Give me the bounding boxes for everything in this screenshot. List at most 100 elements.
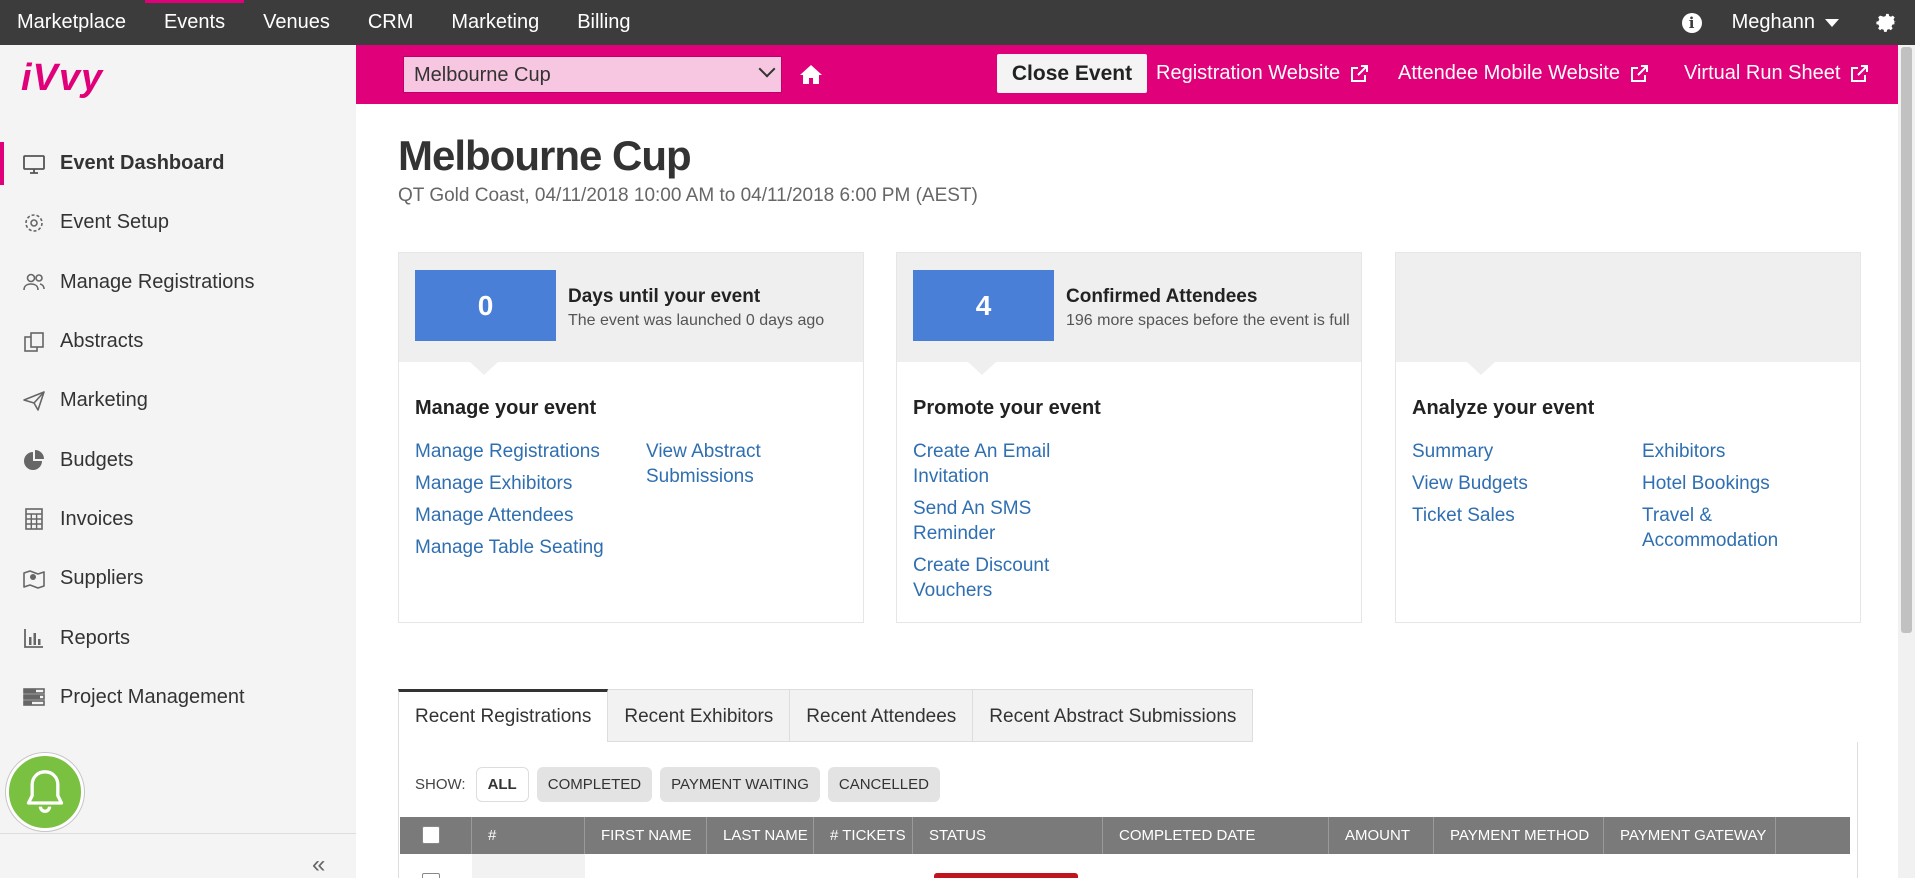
column-header[interactable]: COMPLETED DATE <box>1103 817 1329 854</box>
column-header[interactable]: # <box>472 817 585 854</box>
row-checkbox[interactable] <box>422 873 440 878</box>
external-link-icon <box>1630 64 1648 82</box>
sidebar-item-label: Event Dashboard <box>60 152 225 175</box>
virtual-run-sheet-link[interactable]: Virtual Run Sheet <box>1684 62 1869 85</box>
event-details: QT Gold Coast, 04/11/2018 10:00 AM to 04… <box>398 185 978 206</box>
status-badge <box>934 873 1078 878</box>
link-column: View Abstract Submissions <box>646 439 786 496</box>
filter-completed[interactable]: COMPLETED <box>536 767 653 802</box>
promote-event-card: 4 Confirmed Attendees 196 more spaces be… <box>896 252 1362 623</box>
hotel-bookings-link[interactable]: Hotel Bookings <box>1642 471 1802 496</box>
exhibitors-link[interactable]: Exhibitors <box>1642 439 1802 464</box>
event-toolbar: Melbourne Cup Close Event Registration W… <box>356 45 1898 104</box>
scrollbar-thumb[interactable] <box>1901 47 1912 633</box>
chevron-down-icon <box>758 60 776 78</box>
home-icon[interactable] <box>799 63 823 85</box>
row-number-cell <box>472 854 585 878</box>
column-header[interactable]: AMOUNT <box>1329 817 1434 854</box>
nav-marketing[interactable]: Marketing <box>432 0 558 45</box>
nav-billing[interactable]: Billing <box>558 0 649 45</box>
view-budgets-link[interactable]: View Budgets <box>1412 471 1622 496</box>
confirmed-attendees-value: 4 <box>913 270 1054 341</box>
stat-title: Confirmed Attendees <box>1066 286 1258 307</box>
nav-crm[interactable]: CRM <box>349 0 433 45</box>
sidebar-item-manage-registrations[interactable]: Manage Registrations <box>0 253 356 312</box>
nav-venues[interactable]: Venues <box>244 0 349 45</box>
external-link-icon <box>1851 64 1869 82</box>
tab-recent-attendees[interactable]: Recent Attendees <box>790 689 974 742</box>
stat-description: 196 more spaces before the event is full <box>1066 312 1350 329</box>
sidebar-item-label: Event Setup <box>60 211 169 234</box>
gear-icon[interactable] <box>1875 11 1899 35</box>
sidebar-item-abstracts[interactable]: Abstracts <box>0 312 356 371</box>
user-name: Meghann <box>1731 11 1815 33</box>
sidebar-item-event-dashboard[interactable]: Event Dashboard <box>0 134 356 193</box>
sidebar-item-event-setup[interactable]: Event Setup <box>0 193 356 252</box>
attendee-mobile-website-link[interactable]: Attendee Mobile Website <box>1398 62 1649 85</box>
select-all-checkbox[interactable] <box>422 826 440 844</box>
column-header[interactable]: STATUS <box>913 817 1103 854</box>
card-section-title: Manage your event <box>415 397 597 419</box>
card-section-title: Analyze your event <box>1412 397 1595 419</box>
view-abstract-submissions-link[interactable]: View Abstract Submissions <box>646 439 786 489</box>
manage-exhibitors-link[interactable]: Manage Exhibitors <box>415 471 625 496</box>
link-label: Attendee Mobile Website <box>1398 62 1620 84</box>
card-header: 0 Days until your event The event was la… <box>399 253 863 375</box>
sidebar-item-label: Budgets <box>60 448 134 471</box>
info-icon[interactable]: i <box>1681 12 1702 33</box>
table-row[interactable] <box>400 854 1850 878</box>
close-event-button[interactable]: Close Event <box>997 54 1147 93</box>
send-sms-reminder-link[interactable]: Send An SMS Reminder <box>913 496 1073 546</box>
ticket-sales-link[interactable]: Ticket Sales <box>1412 503 1622 528</box>
external-link-icon <box>1351 64 1369 82</box>
summary-link[interactable]: Summary <box>1412 439 1622 464</box>
card-header <box>1396 253 1860 375</box>
nav-events[interactable]: Events <box>144 0 245 45</box>
sidebar-item-suppliers[interactable]: Suppliers <box>0 549 356 608</box>
sidebar-item-label: Marketing <box>60 389 148 412</box>
sidebar: iVvy Event Dashboard Event Setup Manage … <box>0 45 356 878</box>
documents-icon <box>21 330 47 354</box>
sidebar-item-project-management[interactable]: Project Management <box>0 668 356 727</box>
column-header[interactable]: PAYMENT GATEWAY <box>1604 817 1776 854</box>
sidebar-item-label: Manage Registrations <box>60 270 255 293</box>
sidebar-item-label: Abstracts <box>60 330 144 353</box>
registration-website-link[interactable]: Registration Website <box>1156 62 1369 85</box>
event-selector[interactable]: Melbourne Cup <box>403 56 782 93</box>
select-all-cell <box>400 817 472 854</box>
tab-recent-registrations[interactable]: Recent Registrations <box>398 689 609 742</box>
sidebar-item-label: Reports <box>60 626 131 649</box>
user-menu[interactable]: Meghann <box>1732 11 1839 34</box>
tasks-icon <box>21 685 47 709</box>
sidebar-item-invoices[interactable]: Invoices <box>0 490 356 549</box>
create-email-invitation-link[interactable]: Create An Email Invitation <box>913 439 1073 489</box>
create-discount-vouchers-link[interactable]: Create Discount Vouchers <box>913 553 1073 603</box>
filter-payment-waiting[interactable]: PAYMENT WAITING <box>660 767 820 802</box>
nav-marketplace[interactable]: Marketplace <box>0 0 145 45</box>
notifications-bell-button[interactable] <box>6 753 84 831</box>
manage-registrations-link[interactable]: Manage Registrations <box>415 439 625 464</box>
bar-chart-icon <box>21 626 47 650</box>
filter-all[interactable]: ALL <box>475 767 529 802</box>
card-section-title: Promote your event <box>913 397 1101 419</box>
link-column: Exhibitors Hotel Bookings Travel & Accom… <box>1642 439 1802 560</box>
column-header[interactable]: LAST NAME <box>707 817 814 854</box>
travel-accommodation-link[interactable]: Travel & Accommodation <box>1642 503 1802 553</box>
filter-cancelled[interactable]: CANCELLED <box>827 767 940 802</box>
gear-icon <box>21 211 47 235</box>
sidebar-item-reports[interactable]: Reports <box>0 608 356 667</box>
users-icon <box>21 270 47 294</box>
stat-title: Days until your event <box>568 286 761 307</box>
column-header[interactable]: # TICKETS <box>814 817 913 854</box>
sidebar-item-marketing[interactable]: Marketing <box>0 371 356 430</box>
tab-recent-exhibitors[interactable]: Recent Exhibitors <box>608 689 791 742</box>
sidebar-item-budgets[interactable]: Budgets <box>0 430 356 489</box>
column-header[interactable]: PAYMENT METHOD <box>1434 817 1604 854</box>
manage-table-seating-link[interactable]: Manage Table Seating <box>415 535 625 560</box>
collapse-sidebar-button[interactable]: « <box>312 851 325 878</box>
tab-recent-abstract-submissions[interactable]: Recent Abstract Submissions <box>973 689 1254 742</box>
column-header[interactable]: FIRST NAME <box>585 817 707 854</box>
ivvy-logo[interactable]: iVvy <box>21 57 103 100</box>
manage-attendees-link[interactable]: Manage Attendees <box>415 503 625 528</box>
analyze-event-card: Analyze your event Summary View Budgets … <box>1395 252 1861 623</box>
